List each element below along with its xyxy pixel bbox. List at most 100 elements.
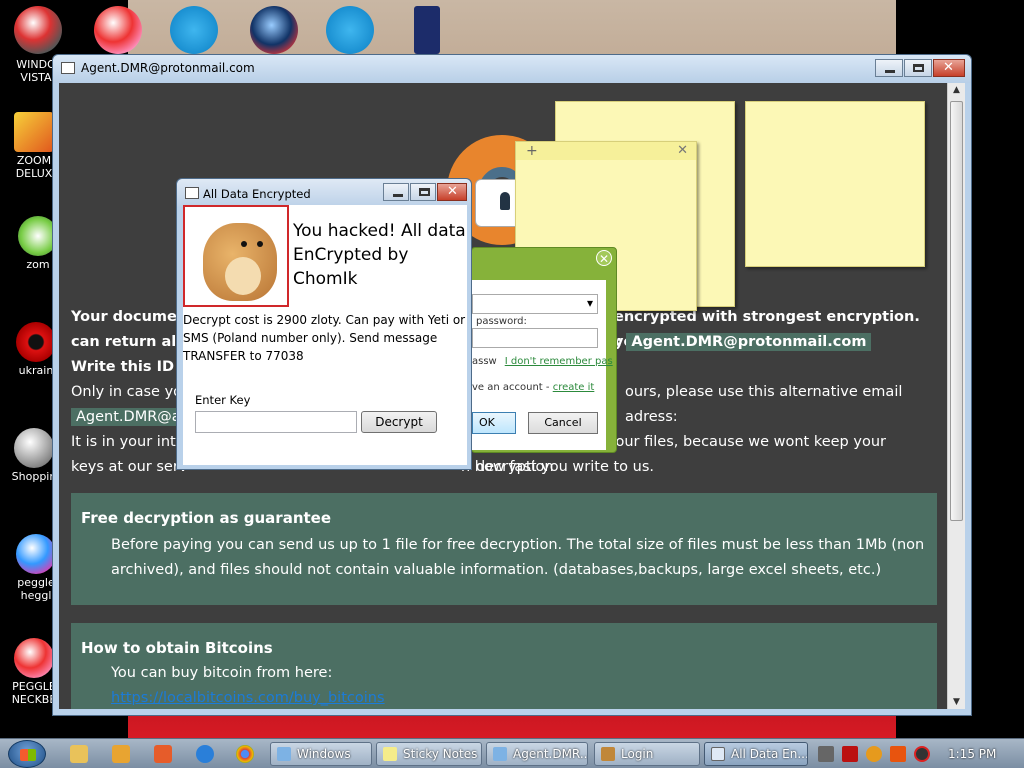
account-row: ve an account - create it xyxy=(472,382,594,393)
task-label: Login xyxy=(621,747,654,761)
account-select[interactable] xyxy=(472,294,598,314)
peggle-icon xyxy=(16,534,56,574)
bitcoin-text: You can buy bitcoin from here: xyxy=(111,665,333,681)
hamster-eye xyxy=(257,241,263,247)
taskbar: Windows Sticky Notes Agent.DMR... Login … xyxy=(0,738,1024,768)
sticky-note-2[interactable] xyxy=(745,101,925,267)
sticky-note-toolbar: + ✕ xyxy=(516,142,696,160)
calculator-icon[interactable] xyxy=(414,6,440,54)
add-note-icon[interactable]: + xyxy=(526,143,538,159)
radiation-icon xyxy=(16,322,56,362)
skype-icon[interactable] xyxy=(170,6,218,54)
close-note-icon[interactable]: ✕ xyxy=(677,143,688,158)
browser-titlebar[interactable]: Agent.DMR@protonmail.com ✕ xyxy=(53,55,971,83)
explorer-icon[interactable] xyxy=(70,745,88,763)
vertical-scrollbar[interactable]: ▲ ▼ xyxy=(947,83,965,709)
decrypt-button[interactable]: Decrypt xyxy=(361,411,437,433)
desktop-icon-label: peggle heggl xyxy=(17,576,55,602)
tray-record-icon[interactable] xyxy=(914,746,930,762)
password-label: password: xyxy=(476,316,527,327)
ade-title: All Data Encrypted xyxy=(203,187,311,201)
account-prefix: ve an account - xyxy=(472,382,550,393)
window-icon xyxy=(185,187,199,199)
ade-description: Decrypt cost is 2900 zloty. Can pay with… xyxy=(183,313,466,363)
password-input[interactable] xyxy=(472,328,598,348)
close-button[interactable]: ✕ xyxy=(933,59,965,77)
create-account-link[interactable]: create it xyxy=(553,382,595,393)
tray-network-icon[interactable] xyxy=(818,746,834,762)
internet-explorer-icon[interactable] xyxy=(196,745,214,763)
desktop-icon-label: ukrain xyxy=(18,364,54,377)
desktop-icon-label: Shoppin xyxy=(11,470,57,483)
desktop-icon-label: WINDO VISTA xyxy=(16,58,56,84)
window-icon xyxy=(61,62,75,74)
forgot-password-link[interactable]: I don't remember pas xyxy=(505,356,613,367)
hamster-image xyxy=(183,205,289,307)
maximize-button[interactable] xyxy=(904,59,932,77)
task-label: Windows xyxy=(297,747,351,761)
ransom-line3: Write this ID i xyxy=(71,359,185,375)
hamster-eye xyxy=(241,241,247,247)
scroll-up-icon[interactable]: ▲ xyxy=(953,85,960,95)
windows-vista-top-icon[interactable] xyxy=(14,6,62,54)
localbitcoins-link[interactable]: https://localbitcoins.com/buy_bitcoins xyxy=(111,690,385,706)
browser-title: Agent.DMR@protonmail.com xyxy=(81,61,255,75)
task-sticky-notes[interactable]: Sticky Notes xyxy=(376,742,482,766)
ransom-line5-start: It is in your inter xyxy=(71,434,191,450)
login-dialog: ✕ password: assw I don't remember pas ve … xyxy=(471,247,617,453)
cancel-button[interactable]: Cancel xyxy=(528,412,598,434)
chrome-icon[interactable] xyxy=(236,745,254,763)
login-close-icon[interactable]: ✕ xyxy=(596,250,612,266)
globe-icon[interactable] xyxy=(250,6,298,54)
task-agent-dmr[interactable]: Agent.DMR... xyxy=(486,742,588,766)
tray-security-icon[interactable] xyxy=(842,746,858,762)
tray-app-icon[interactable] xyxy=(890,746,906,762)
primary-email[interactable]: Agent.DMR@protonmail.com xyxy=(626,333,872,351)
zoom-deluxe-icon xyxy=(14,112,54,152)
flash-icon xyxy=(14,428,54,468)
sticky-notes-task-icon xyxy=(383,747,397,761)
task-windows[interactable]: Windows xyxy=(270,742,372,766)
windows-task-icon xyxy=(277,747,291,761)
desktop-icon-label: PEGGLE NECKBE xyxy=(11,680,57,706)
scroll-down-icon[interactable]: ▼ xyxy=(953,697,960,707)
desktop-icon-label: ZOOM DELUX xyxy=(15,154,53,180)
ransom-line4-end: ours, please use this alternative email … xyxy=(625,384,903,425)
peggle-top-icon[interactable] xyxy=(94,6,142,54)
ok-button[interactable]: OK xyxy=(472,412,516,434)
tray-search-icon[interactable] xyxy=(866,746,882,762)
ade-body: You hacked! All data EnCrypted by ChomIk… xyxy=(183,205,467,465)
browser-window-controls: ✕ xyxy=(874,59,965,77)
task-all-data-encrypted[interactable]: All Data En... xyxy=(704,742,808,766)
peggle-neckbeard-icon xyxy=(14,638,54,678)
task-label: Agent.DMR... xyxy=(513,747,588,761)
ransom-line6-end: n how fast you write to us. xyxy=(461,459,655,475)
minimize-button[interactable] xyxy=(875,59,903,77)
ransom-line6-start: keys at our serv xyxy=(71,459,188,475)
maximize-button[interactable] xyxy=(410,183,436,201)
skype-icon-2[interactable] xyxy=(326,6,374,54)
all-data-encrypted-dialog: All Data Encrypted ✕ You hacked! All dat… xyxy=(176,178,472,470)
key-input[interactable] xyxy=(195,411,357,433)
task-login[interactable]: Login xyxy=(594,742,700,766)
agent-dmr-task-icon xyxy=(493,747,507,761)
close-button[interactable]: ✕ xyxy=(437,183,467,201)
taskbar-clock[interactable]: 1:15 PM xyxy=(948,747,996,761)
enter-key-label: Enter Key xyxy=(195,393,251,407)
start-button[interactable] xyxy=(8,740,46,768)
task-label: All Data En... xyxy=(731,747,808,761)
ade-window-controls: ✕ xyxy=(382,183,467,201)
bitcoin-heading: How to obtain Bitcoins xyxy=(81,639,273,657)
login-dialog-body: password: assw I don't remember pas ve an… xyxy=(472,280,613,450)
minimize-button[interactable] xyxy=(383,183,409,201)
free-decryption-text: Before paying you can send us up to 1 fi… xyxy=(111,537,925,578)
task-label: Sticky Notes xyxy=(403,747,478,761)
scrollbar-thumb[interactable] xyxy=(950,101,963,521)
ade-titlebar[interactable]: All Data Encrypted ✕ xyxy=(177,179,471,207)
free-decryption-panel: Free decryption as guarantee Before payi… xyxy=(71,493,937,605)
firefox-icon[interactable] xyxy=(154,745,172,763)
free-decryption-heading: Free decryption as guarantee xyxy=(81,509,332,527)
media-player-icon[interactable] xyxy=(112,745,130,763)
remember-row: assw I don't remember pas xyxy=(472,356,613,367)
bitcoin-panel: How to obtain Bitcoins You can buy bitco… xyxy=(71,623,937,709)
